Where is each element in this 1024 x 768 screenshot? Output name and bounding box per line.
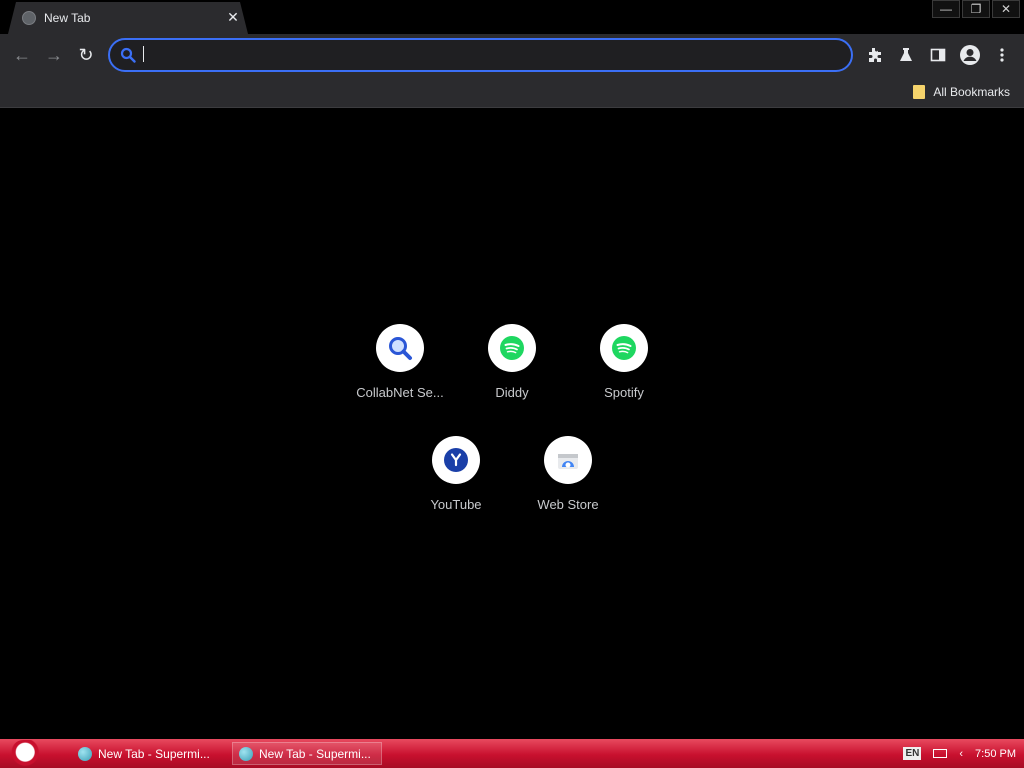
web-store-icon (558, 454, 578, 469)
start-button[interactable] (10, 740, 48, 767)
clock[interactable]: 7:50 PM (975, 748, 1016, 760)
chevron-left-icon[interactable]: ‹ (959, 748, 963, 760)
forward-button[interactable]: → (42, 43, 66, 67)
shortcut-icon-tile (488, 324, 536, 372)
profile-icon[interactable] (958, 43, 982, 67)
taskbar-item[interactable]: New Tab - Supermi... (232, 742, 382, 765)
shortcut-icon-tile (432, 436, 480, 484)
tab-new-tab[interactable]: New Tab ✕ (8, 2, 248, 34)
browser-window: New Tab ✕ — ❐ ✕ ← → ↻ All Bookmarks Coll… (0, 0, 1024, 768)
shortcut-diddy[interactable]: Diddy (456, 324, 568, 424)
address-bar[interactable] (108, 38, 853, 72)
shortcut-web-store[interactable]: Web Store (512, 436, 624, 536)
all-bookmarks-label: All Bookmarks (933, 85, 1010, 99)
language-indicator[interactable]: EN (903, 747, 922, 760)
text-caret (143, 46, 144, 62)
taskbar-item-label: New Tab - Supermi... (259, 746, 371, 761)
shortcut-label: Web Store (537, 497, 599, 512)
address-input[interactable] (142, 44, 832, 66)
minimize-button[interactable]: — (932, 0, 960, 18)
shortcut-icon-tile (376, 324, 424, 372)
keyboard-icon[interactable] (933, 749, 948, 758)
tab-title: New Tab (44, 11, 91, 25)
shortcut-label: YouTube (430, 497, 482, 512)
side-panel-icon[interactable] (926, 43, 950, 67)
globe-icon (22, 11, 36, 25)
browser-icon (78, 746, 92, 761)
bookmarks-bar: All Bookmarks (0, 76, 1024, 108)
system-tray: EN ‹ 7:50 PM (903, 739, 1016, 768)
taskbar: New Tab - Supermi... New Tab - Supermi..… (0, 739, 1024, 768)
spotify-icon (612, 336, 636, 360)
shortcut-label: CollabNet Se... (356, 385, 444, 400)
shortcut-icon-tile (600, 324, 648, 372)
menu-icon[interactable] (990, 43, 1014, 67)
new-tab-page: CollabNet Se... Diddy Spotify YouTube We… (0, 109, 1024, 739)
youtube-y-icon (444, 448, 468, 472)
taskbar-item-label: New Tab - Supermi... (98, 746, 210, 761)
tab-close-button[interactable]: ✕ (224, 8, 242, 26)
magnifier-icon (389, 337, 412, 360)
toolbar: ← → ↻ (0, 34, 1024, 76)
shortcut-label: Diddy (495, 385, 529, 400)
shortcut-spotify[interactable]: Spotify (568, 324, 680, 424)
folder-icon (913, 85, 926, 99)
browser-icon (239, 746, 253, 761)
all-bookmarks-button[interactable]: All Bookmarks (913, 83, 1010, 101)
restore-button[interactable]: ❐ (962, 0, 990, 18)
shortcut-collabnet[interactable]: CollabNet Se... (344, 324, 456, 424)
taskbar-item[interactable]: New Tab - Supermi... (72, 742, 222, 765)
search-icon (120, 47, 136, 63)
extensions-icon[interactable] (862, 43, 886, 67)
shortcut-label: Spotify (604, 385, 644, 400)
title-bar: New Tab ✕ — ❐ ✕ (0, 0, 1024, 34)
labs-icon[interactable] (894, 43, 918, 67)
reload-button[interactable]: ↻ (74, 43, 98, 67)
back-button[interactable]: ← (10, 43, 34, 67)
close-window-button[interactable]: ✕ (992, 0, 1020, 18)
spotify-icon (500, 336, 524, 360)
shortcut-youtube[interactable]: YouTube (400, 436, 512, 536)
shortcut-icon-tile (544, 436, 592, 484)
window-controls: — ❐ ✕ (930, 0, 1020, 18)
